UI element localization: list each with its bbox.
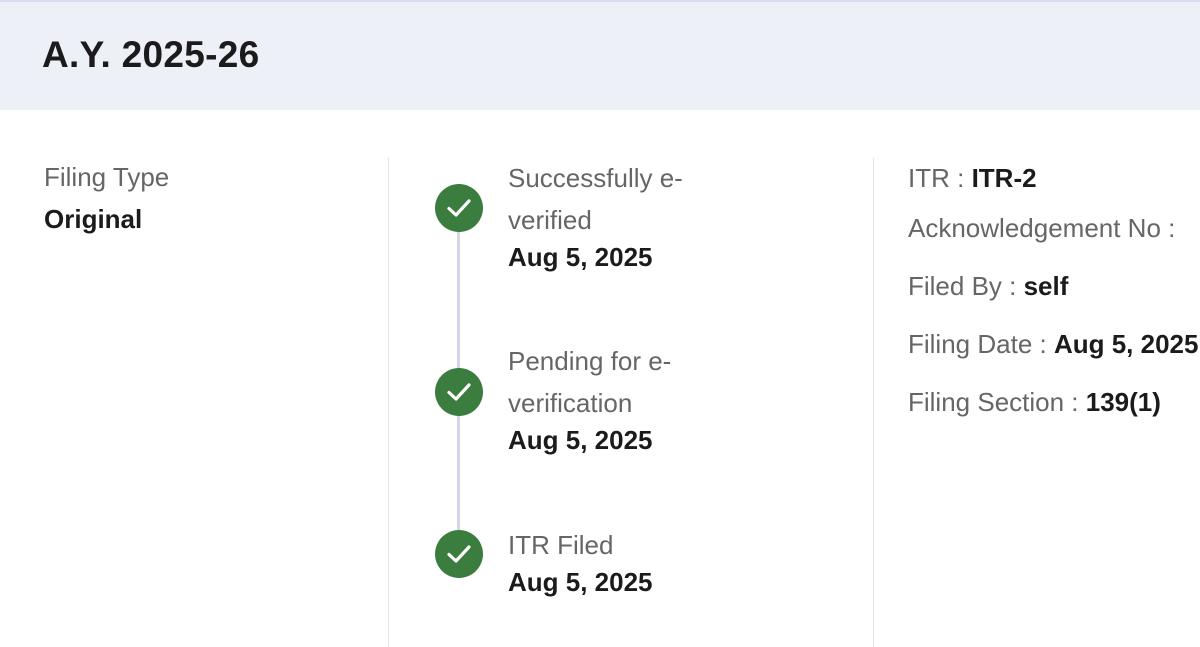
filed-by-label: Filed By : [908,271,1024,301]
filed-by-row: Filed By : self [908,271,1068,302]
itr-form-label: ITR : [908,163,972,193]
check-icon [435,530,483,578]
acknowledgement-label: Acknowledgement No : [908,213,1176,243]
column-divider [388,158,389,647]
filing-date-row: Filing Date : Aug 5, 2025 [908,329,1198,360]
filing-section-row: Filing Section : 139(1) [908,387,1161,418]
timeline-step-label: ITR Filed [508,530,614,560]
timeline-step-date: Aug 5, 2025 [508,567,653,597]
filing-date-label: Filing Date : [908,329,1054,359]
filing-type-value: Original [44,204,143,234]
filing-type-label: Filing Type [44,162,170,192]
filing-section-label: Filing Section : [908,387,1086,417]
filing-date-value: Aug 5, 2025 [1053,329,1199,359]
timeline-step-date: Aug 5, 2025 [508,425,653,455]
filed-by-value: self [1023,271,1069,301]
timeline-step-date: Aug 5, 2025 [508,242,653,272]
check-icon [435,368,483,416]
assessment-year-title: A.Y. 2025-26 [42,34,260,75]
assessment-year-header: A.Y. 2025-26 [0,0,1200,110]
itr-form-value: ITR-2 [971,163,1037,193]
check-icon [435,184,483,232]
column-divider [873,158,874,647]
timeline-step-label: Pending for e-verification [508,346,672,418]
timeline-step-label: Successfully e-verified [508,163,683,235]
itr-form-row: ITR : ITR-2 [908,163,1037,194]
acknowledgement-row: Acknowledgement No : [908,213,1175,244]
filing-section-value: 139(1) [1085,387,1161,417]
